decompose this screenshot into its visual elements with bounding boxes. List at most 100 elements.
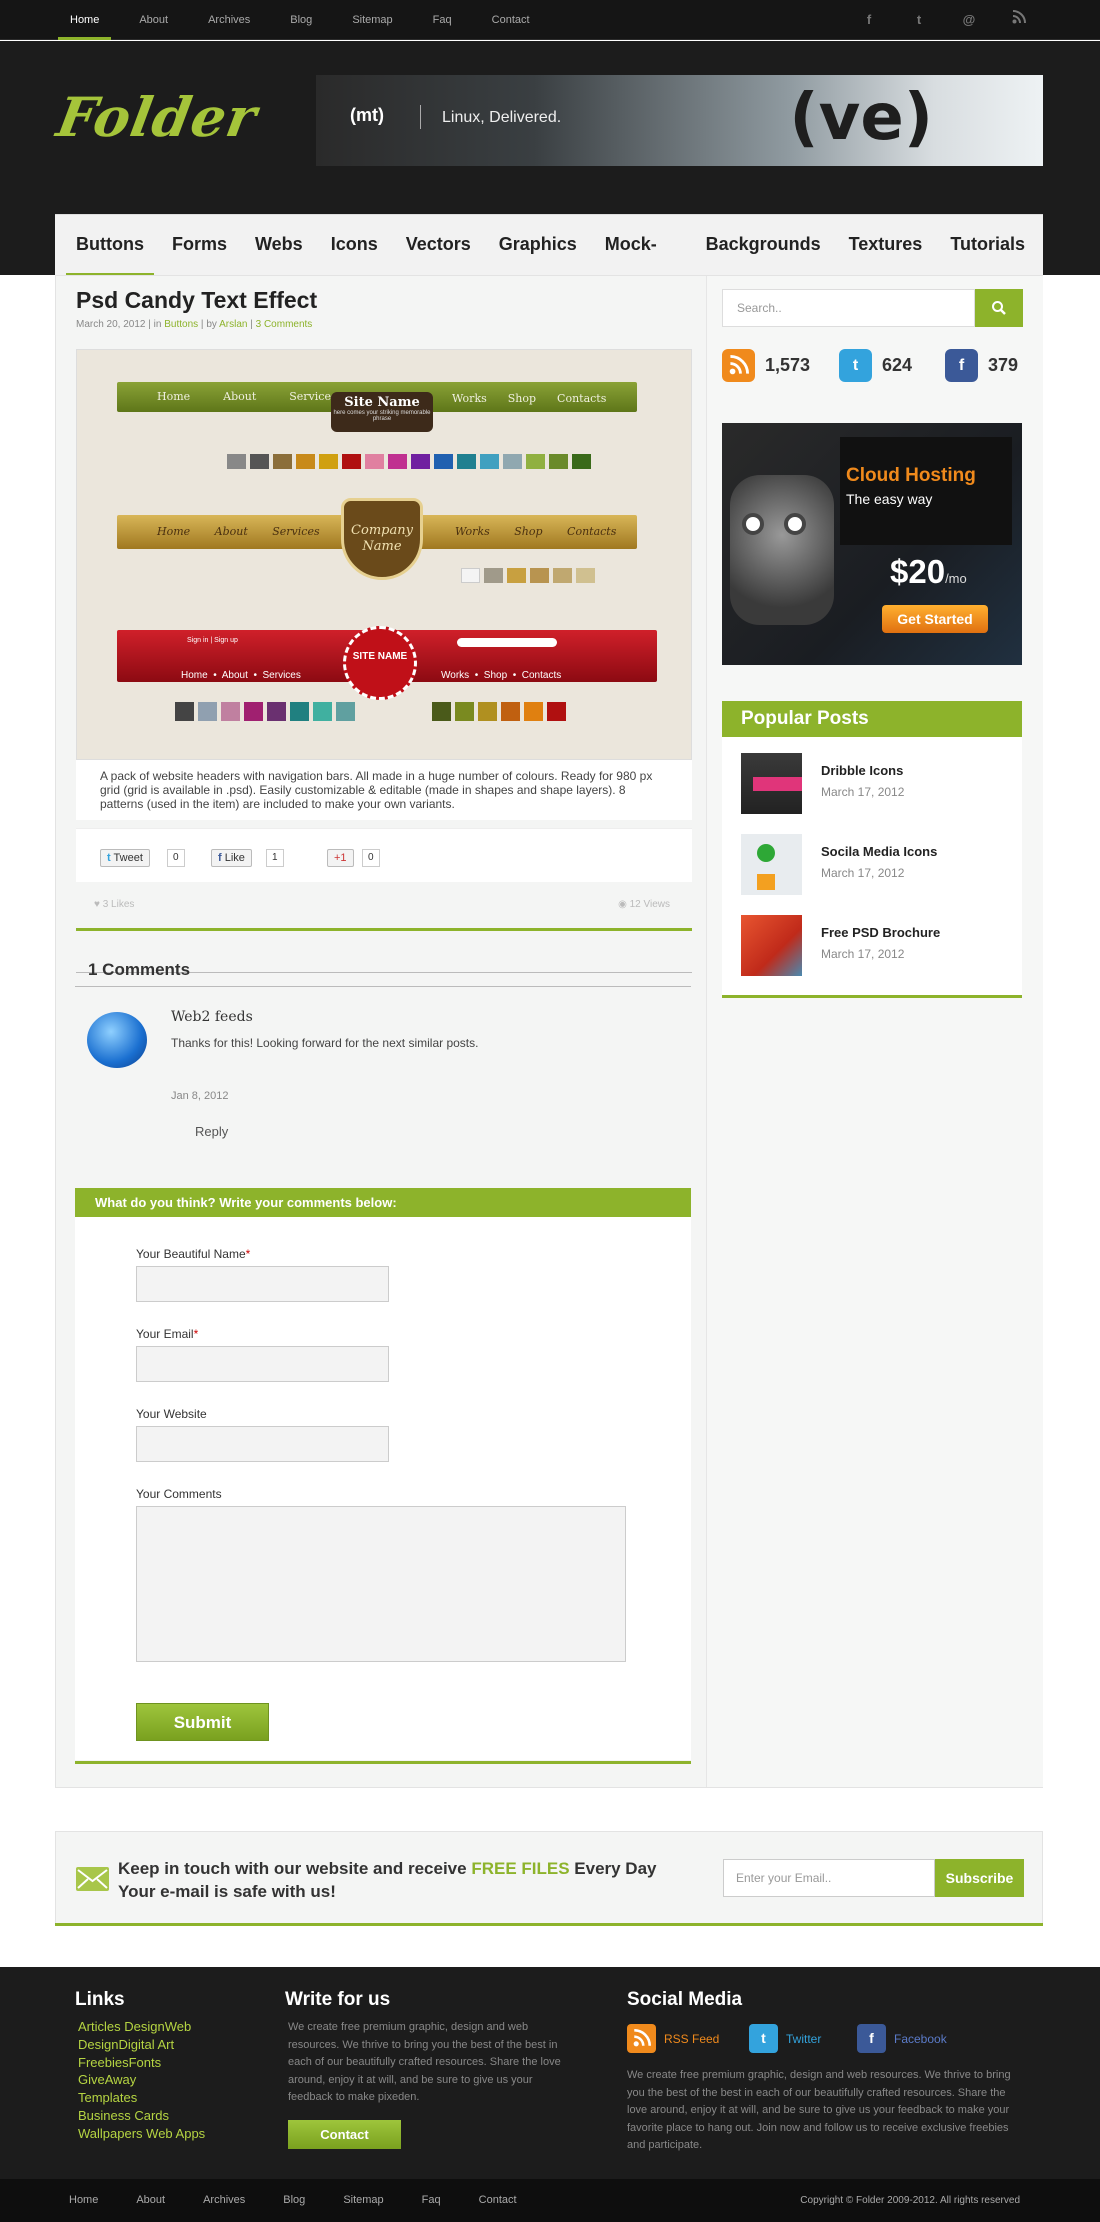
- email-label: Your Email*: [136, 1327, 198, 1341]
- search-icon: [992, 301, 1006, 315]
- bottom-nav-archives[interactable]: Archives: [192, 2179, 256, 2222]
- top-nav-contact[interactable]: Contact: [480, 0, 542, 40]
- footer-contact-button[interactable]: Contact: [288, 2120, 401, 2149]
- rss-icon[interactable]: [1008, 10, 1030, 30]
- twitter-count-widget[interactable]: t 624: [839, 348, 912, 382]
- bottom-nav-sitemap[interactable]: Sitemap: [332, 2179, 394, 2222]
- popular-post-title[interactable]: Socila Media Icons: [821, 844, 937, 859]
- top-nav-archives[interactable]: Archives: [196, 0, 262, 40]
- reply-link[interactable]: Reply: [195, 1124, 228, 1139]
- footer-rss-link[interactable]: RSS Feed: [627, 2024, 719, 2053]
- cat-webs[interactable]: Webs: [245, 215, 313, 276]
- post-comments-link[interactable]: 3 Comments: [256, 319, 313, 330]
- search-button[interactable]: [975, 289, 1023, 327]
- facebook-icon[interactable]: f: [858, 10, 880, 30]
- cat-graphics[interactable]: Graphics: [489, 215, 587, 276]
- top-nav-about[interactable]: About: [127, 0, 180, 40]
- newsletter-text-c: Every Day: [569, 1859, 657, 1878]
- comment-item: Web2 feeds Thanks for this! Looking forw…: [75, 1004, 691, 1139]
- bottom-nav-faq[interactable]: Faq: [411, 2179, 452, 2222]
- facebook-icon: f: [945, 348, 978, 382]
- ribbon3-signin: Sign in | Sign up: [187, 637, 238, 644]
- post-category-link[interactable]: Buttons: [164, 319, 198, 330]
- post-meta: March 20, 2012 | in Buttons | by Arslan …: [76, 319, 313, 330]
- cat-buttons[interactable]: Buttons: [66, 215, 154, 276]
- ad-price-per: /mo: [945, 571, 967, 586]
- cloud-hosting-ad[interactable]: Cloud Hosting The easy way $20/mo Get St…: [722, 423, 1022, 665]
- name-field[interactable]: [136, 1266, 389, 1302]
- banner-mark: (ve): [789, 81, 933, 155]
- facebook-count-widget[interactable]: f 379: [945, 348, 1018, 382]
- cat-icons[interactable]: Icons: [321, 215, 388, 276]
- footer-link[interactable]: FreebiesFonts: [78, 2054, 205, 2072]
- thumb-pink-bar: [753, 777, 802, 791]
- ribbon2-nav-item: Services: [272, 525, 320, 538]
- cat-forms[interactable]: Forms: [162, 215, 237, 276]
- bottom-nav-blog[interactable]: Blog: [272, 2179, 316, 2222]
- footer-twitter-link[interactable]: t Twitter: [749, 2024, 821, 2053]
- popular-posts-heading: Popular Posts: [722, 701, 1022, 737]
- footer-link[interactable]: Templates: [78, 2089, 205, 2107]
- twitter-count: 624: [882, 354, 913, 375]
- cat-mockups[interactable]: Mock-Ups: [595, 215, 688, 312]
- search-input[interactable]: Search..: [722, 289, 975, 327]
- footer-link[interactable]: DesignDigital Art: [78, 2036, 205, 2054]
- ad-get-started-button[interactable]: Get Started: [882, 605, 988, 633]
- post-featured-image[interactable]: Home About Services Works Shop Contacts …: [76, 349, 692, 760]
- swatches-red-2: [432, 702, 566, 721]
- banner-divider: [420, 105, 421, 129]
- bottom-nav-home[interactable]: Home: [58, 2179, 109, 2222]
- top-nav-faq[interactable]: Faq: [421, 0, 464, 40]
- popular-post-title[interactable]: Dribble Icons: [821, 763, 903, 778]
- envelope-icon: [76, 1867, 109, 1891]
- bottom-nav-about[interactable]: About: [125, 2179, 176, 2222]
- website-field[interactable]: [136, 1426, 389, 1462]
- footer-link[interactable]: Wallpapers Web Apps: [78, 2125, 205, 2143]
- likes-stat[interactable]: ♥ 3 Likes: [94, 899, 134, 910]
- bottom-nav-contact[interactable]: Contact: [468, 2179, 528, 2222]
- submit-button[interactable]: Submit: [136, 1703, 269, 1741]
- footer-facebook-label: Facebook: [894, 2031, 947, 2046]
- footer-link[interactable]: Business Cards: [78, 2107, 205, 2125]
- popular-post-item[interactable]: Socila Media Icons March 17, 2012: [741, 834, 1011, 896]
- plusone-button[interactable]: +1: [327, 849, 354, 867]
- banner-tagline: Linux, Delivered.: [442, 109, 562, 126]
- newsletter-email-input[interactable]: Enter your Email..: [723, 1859, 935, 1897]
- top-nav-sitemap[interactable]: Sitemap: [340, 0, 404, 40]
- email-field[interactable]: [136, 1346, 389, 1382]
- cat-tutorials[interactable]: Tutorials: [940, 215, 1035, 276]
- top-nav-blog[interactable]: Blog: [278, 0, 324, 40]
- tweet-count: 0: [167, 849, 185, 867]
- site-logo[interactable]: Folder: [52, 85, 262, 149]
- like-button[interactable]: f Like: [211, 849, 252, 867]
- footer-links-list: Articles DesignWeb DesignDigital Art Fre…: [78, 2018, 205, 2143]
- ribbon2-nav-item: Home: [157, 525, 191, 538]
- ribbon3-nav-item: Contacts: [521, 670, 562, 681]
- post-title[interactable]: Psd Candy Text Effect: [76, 287, 317, 314]
- rss-count-widget[interactable]: 1,573: [722, 348, 810, 382]
- footer-write-heading: Write for us: [285, 1989, 391, 2010]
- popular-post-item[interactable]: Free PSD Brochure March 17, 2012: [741, 915, 1011, 977]
- footer-facebook-link[interactable]: f Facebook: [857, 2024, 947, 2053]
- cat-textures[interactable]: Textures: [839, 215, 933, 276]
- cat-vectors[interactable]: Vectors: [396, 215, 481, 276]
- ribbon3-search: [457, 638, 557, 647]
- twitter-icon[interactable]: t: [908, 10, 930, 30]
- comments-textarea[interactable]: [136, 1506, 626, 1662]
- footer-link[interactable]: Articles DesignWeb: [78, 2018, 205, 2036]
- popular-post-item[interactable]: Dribble Icons March 17, 2012: [741, 753, 1011, 815]
- popular-post-title[interactable]: Free PSD Brochure: [821, 925, 940, 940]
- post-author-link[interactable]: Arslan: [219, 319, 247, 330]
- ribbon3-nav-item: Services: [262, 670, 301, 681]
- footer-link[interactable]: GiveAway: [78, 2071, 205, 2089]
- tweet-button[interactable]: t Tweet: [100, 849, 150, 867]
- ribbon1-site-name: Site Name: [344, 395, 420, 410]
- copyright-text: Copyright © Folder 2009-2012. All rights…: [800, 2195, 1020, 2206]
- header-banner-ad[interactable]: (mt) Linux, Delivered. (ve): [316, 75, 1043, 166]
- top-nav-home[interactable]: Home: [58, 0, 112, 40]
- robot-eye: [784, 513, 806, 535]
- cat-backgrounds[interactable]: Backgrounds: [696, 215, 831, 276]
- subscribe-button[interactable]: Subscribe: [935, 1859, 1024, 1897]
- bottom-nav: Home About Archives Blog Sitemap Faq Con…: [58, 2179, 544, 2222]
- email-icon[interactable]: @: [958, 10, 980, 30]
